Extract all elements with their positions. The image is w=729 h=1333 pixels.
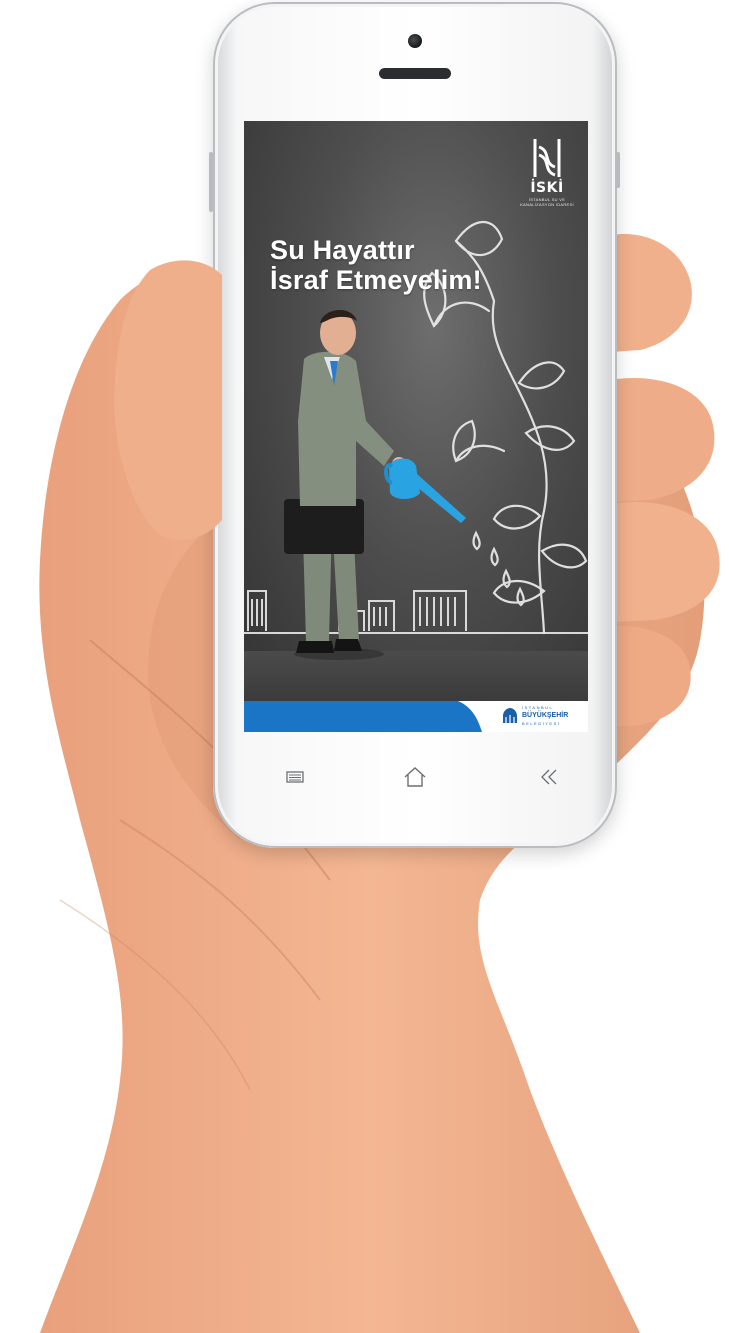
iski-logo: İSKİ İSTANBUL SU VE KANALİZASYON İDARESİ — [520, 137, 574, 227]
back-icon — [541, 769, 557, 785]
ibb-emblem-icon — [503, 708, 517, 723]
iski-logo-text: İSKİ — [530, 180, 564, 196]
ibb-name-label: BÜYÜKŞEHİR — [522, 712, 569, 719]
phone-screen[interactable]: İSKİ İSTANBUL SU VE KANALİZASYON İDARESİ… — [244, 121, 588, 732]
menu-button[interactable] — [275, 757, 315, 797]
front-camera — [408, 34, 422, 48]
volume-button — [209, 152, 213, 212]
ibb-logo: İSTANBUL BÜYÜKŞEHİR BELEDİYESİ — [502, 705, 568, 727]
iski-logo-subtitle: İSTANBUL SU VE KANALİZASYON İDARESİ — [520, 197, 574, 207]
back-button[interactable] — [529, 757, 569, 797]
power-button — [616, 152, 620, 188]
poster-headline: Su Hayattır İsraf Etmeyelim! — [270, 235, 482, 295]
headline-line-2: İsraf Etmeyelim! — [270, 265, 482, 295]
earpiece-speaker — [379, 68, 451, 79]
ibb-city-label: İSTANBUL — [522, 705, 554, 710]
home-button[interactable] — [395, 757, 435, 797]
android-nav-bar — [244, 757, 588, 797]
ibb-sub-label: BELEDİYESİ — [522, 721, 561, 726]
menu-icon — [286, 771, 304, 783]
smartphone: İSKİ İSTANBUL SU VE KANALİZASYON İDARESİ… — [209, 2, 620, 848]
headline-line-1: Su Hayattır — [270, 235, 415, 265]
iski-emblem-icon — [533, 139, 561, 177]
home-icon — [404, 767, 426, 787]
